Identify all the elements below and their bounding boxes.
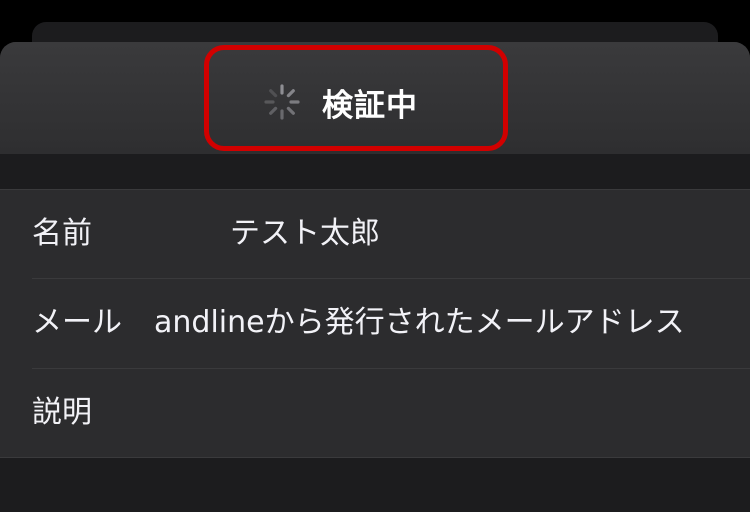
name-row: 名前 テスト太郎: [0, 190, 750, 278]
description-label: 説明: [32, 395, 92, 430]
sheet-footer: [0, 458, 750, 512]
description-row: 説明: [0, 369, 750, 457]
name-value: テスト太郎: [230, 216, 380, 251]
section-gap: [0, 154, 750, 189]
mail-row: メール andlineから発行されたメールアドレス: [0, 279, 750, 367]
mail-label: メール: [32, 305, 122, 340]
verification-sheet: 検証中 名前 テスト太郎 メール andlineから発行されたメールアドレス 説…: [0, 42, 750, 512]
highlight-box: [204, 45, 508, 151]
mail-value: andlineから発行されたメールアドレス: [154, 305, 685, 340]
name-label: 名前: [32, 216, 92, 251]
